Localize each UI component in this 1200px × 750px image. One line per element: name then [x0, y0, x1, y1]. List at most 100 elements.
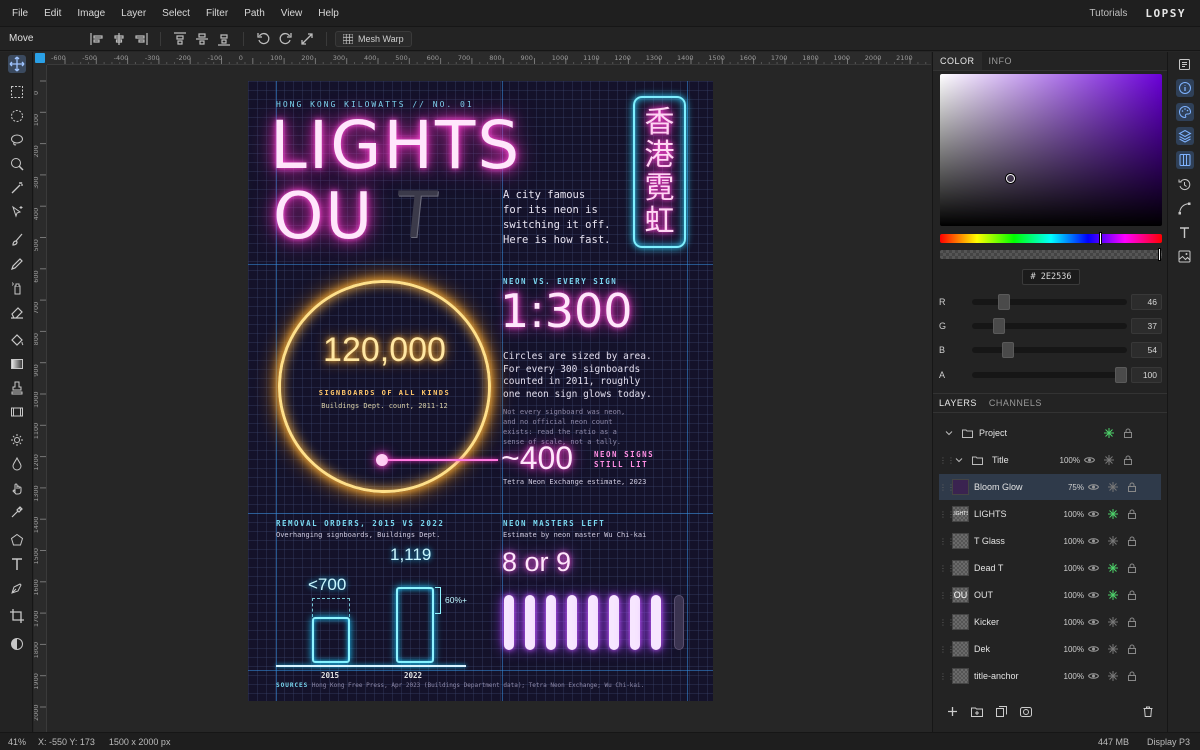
- magic-wand-tool[interactable]: [0, 176, 33, 200]
- stamp-tool[interactable]: [0, 376, 33, 400]
- tab-channels[interactable]: CHANNELS: [983, 394, 1048, 412]
- eye-icon[interactable]: [1084, 537, 1103, 545]
- gradient-tool[interactable]: [0, 352, 33, 376]
- layer-opacity[interactable]: 100%: [1059, 672, 1084, 681]
- link-sparkle-icon[interactable]: [1103, 509, 1122, 519]
- tab-layers[interactable]: LAYERS: [933, 394, 983, 412]
- layer-opacity[interactable]: 100%: [1055, 456, 1080, 465]
- pencil-tool[interactable]: [0, 252, 33, 276]
- drag-handle-icon[interactable]: ⋮⋮: [939, 672, 955, 681]
- channel-slider[interactable]: [972, 367, 1127, 383]
- layer-opacity[interactable]: 100%: [1059, 510, 1084, 519]
- lock-icon[interactable]: [1122, 563, 1141, 573]
- history-button[interactable]: [1168, 172, 1200, 196]
- eye-icon[interactable]: [1080, 456, 1099, 464]
- menu-path[interactable]: Path: [236, 8, 273, 19]
- paths-button[interactable]: [1168, 196, 1200, 220]
- channel-slider-handle[interactable]: [997, 294, 1010, 310]
- link-sparkle-icon[interactable]: [1103, 536, 1122, 546]
- rect-select-tool[interactable]: [0, 80, 33, 104]
- layer-row[interactable]: ⋮⋮ OU OUT 100%: [939, 582, 1161, 608]
- drag-handle-icon[interactable]: ⋮⋮: [939, 591, 955, 600]
- channel-value-input[interactable]: 100: [1131, 367, 1162, 383]
- zoom-level[interactable]: 41%: [0, 737, 36, 747]
- pages-button[interactable]: [1168, 52, 1200, 76]
- link-sparkle-icon[interactable]: [1103, 644, 1122, 654]
- channel-slider-handle[interactable]: [992, 318, 1005, 334]
- dodge-tool[interactable]: [0, 428, 33, 452]
- drag-handle-icon[interactable]: ⋮⋮: [939, 510, 955, 519]
- eye-icon[interactable]: [1084, 591, 1103, 599]
- color-picker-cursor[interactable]: [1006, 174, 1015, 183]
- drag-handle-icon[interactable]: ⋮⋮: [939, 537, 955, 546]
- lock-icon[interactable]: [1122, 590, 1141, 600]
- link-sparkle-icon[interactable]: [1099, 455, 1118, 465]
- hue-slider[interactable]: [940, 234, 1162, 243]
- align-left-icon[interactable]: [86, 28, 108, 50]
- drag-handle-icon[interactable]: ⋮⋮: [939, 483, 955, 492]
- brush-tool[interactable]: [0, 228, 33, 252]
- eye-icon[interactable]: [1084, 672, 1103, 680]
- layer-opacity[interactable]: 100%: [1059, 591, 1084, 600]
- channels-button[interactable]: [1168, 148, 1200, 172]
- alpha-slider[interactable]: [940, 250, 1162, 259]
- ruler-corner[interactable]: [34, 52, 47, 65]
- layer-opacity[interactable]: 75%: [1059, 483, 1084, 492]
- menu-edit[interactable]: Edit: [36, 8, 69, 19]
- rotate-ccw-icon[interactable]: [252, 28, 274, 50]
- move-tool[interactable]: [0, 52, 33, 76]
- add-layer-icon[interactable]: [947, 706, 958, 720]
- layer-opacity[interactable]: 100%: [1059, 618, 1084, 627]
- film-tool[interactable]: [0, 400, 33, 424]
- link-sparkle-icon[interactable]: [1103, 482, 1122, 492]
- layer-mask-icon[interactable]: [1020, 706, 1032, 720]
- lasso-tool[interactable]: [0, 128, 33, 152]
- align-top-icon[interactable]: [169, 28, 191, 50]
- mask-mode-toggle[interactable]: [0, 632, 33, 656]
- blur-tool[interactable]: [0, 452, 33, 476]
- eye-icon[interactable]: [1084, 618, 1103, 626]
- quick-select-tool[interactable]: [0, 152, 33, 176]
- hex-input[interactable]: # 2E2536: [1022, 269, 1080, 285]
- channel-slider-handle[interactable]: [1002, 342, 1015, 358]
- duplicate-layer-icon[interactable]: [996, 706, 1007, 720]
- lock-icon[interactable]: [1122, 509, 1141, 519]
- ellipse-select-tool[interactable]: [0, 104, 33, 128]
- layer-row[interactable]: ⋮⋮ Dek 100%: [939, 636, 1161, 662]
- eye-icon[interactable]: [1084, 564, 1103, 572]
- ruler-left[interactable]: 0 100 200 300 400 500 600 700 800 900 1000 1100 1200…: [34, 65, 47, 732]
- channel-slider-handle[interactable]: [1115, 367, 1127, 383]
- menu-layer[interactable]: Layer: [113, 8, 154, 19]
- tab-color[interactable]: COLOR: [933, 52, 982, 70]
- channel-value-input[interactable]: 37: [1131, 318, 1162, 334]
- menu-file[interactable]: File: [4, 8, 36, 19]
- lock-icon[interactable]: [1122, 536, 1141, 546]
- drag-handle-icon[interactable]: ⋮⋮: [939, 564, 955, 573]
- image-button[interactable]: [1168, 244, 1200, 268]
- align-bottom-icon[interactable]: [213, 28, 235, 50]
- canvas-area[interactable]: HONG KONG KILOWATTS // NO. 01 LIGHTS OU …: [47, 66, 931, 732]
- channel-slider[interactable]: [972, 294, 1127, 310]
- channel-value-input[interactable]: 54: [1131, 342, 1162, 358]
- lock-icon[interactable]: [1122, 482, 1141, 492]
- layer-row[interactable]: ⋮⋮ Dead T 100%: [939, 555, 1161, 581]
- link-sparkle-icon[interactable]: [1099, 428, 1118, 438]
- tab-info[interactable]: INFO: [982, 52, 1020, 70]
- lock-icon[interactable]: [1122, 671, 1141, 681]
- eraser-tool[interactable]: [0, 300, 33, 324]
- layer-row[interactable]: ⋮⋮ Bloom Glow 75%: [939, 474, 1161, 500]
- fill-tool[interactable]: [0, 328, 33, 352]
- hue-slider-handle[interactable]: [1099, 232, 1102, 245]
- layer-opacity[interactable]: 100%: [1059, 537, 1084, 546]
- crop-tool[interactable]: [0, 604, 33, 628]
- saturation-value-picker[interactable]: [940, 74, 1162, 226]
- menu-filter[interactable]: Filter: [198, 8, 236, 19]
- layer-row[interactable]: ⋮⋮ LIGHTS LIGHTS 100%: [939, 501, 1161, 527]
- new-group-icon[interactable]: [971, 707, 983, 720]
- lock-icon[interactable]: [1122, 644, 1141, 654]
- character-button[interactable]: [1168, 220, 1200, 244]
- poster-artboard[interactable]: HONG KONG KILOWATTS // NO. 01 LIGHTS OU …: [248, 81, 713, 701]
- link-sparkle-icon[interactable]: [1103, 590, 1122, 600]
- drag-handle-icon[interactable]: ⋮⋮: [939, 618, 955, 627]
- align-center-h-icon[interactable]: [108, 28, 130, 50]
